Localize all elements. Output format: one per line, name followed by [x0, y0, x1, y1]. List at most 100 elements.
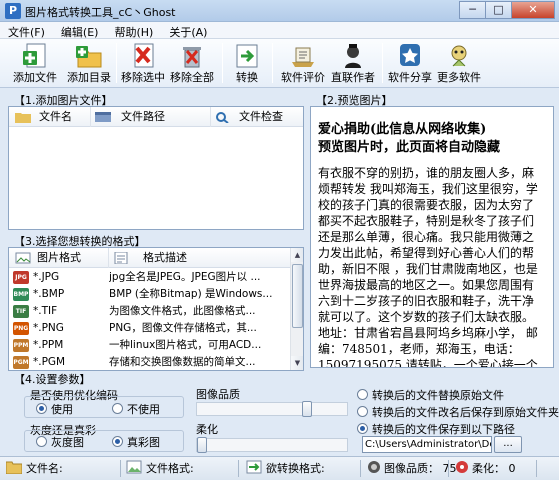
author-button[interactable]: 直联作者 — [328, 39, 378, 88]
col-file-path[interactable]: 文件路径 — [91, 107, 211, 127]
scroll-down-icon[interactable]: ▼ — [291, 356, 303, 370]
menu-help[interactable]: 帮助(H) — [106, 22, 161, 39]
optimize-use-label[interactable]: 使用 — [51, 401, 73, 417]
share-button[interactable]: 软件分享 — [386, 39, 434, 88]
col-file-check[interactable]: 文件检查 — [211, 107, 303, 127]
rate-label: 软件评价 — [281, 71, 325, 84]
convert-button[interactable]: 转换 — [228, 39, 266, 88]
out-replace-label[interactable]: 转换后的文件替换原始文件 — [372, 387, 504, 403]
format-extension: *.PPM — [33, 339, 64, 351]
format-row[interactable]: PNG *.PNG PNG，图像文件存储格式，其... — [9, 320, 289, 337]
add-dir-label: 添加目录 — [67, 71, 111, 84]
status-bar: 文件名: 文件格式: 欲转换格式: 图像品质： 75 柔化： 0 — [0, 456, 559, 480]
maximize-button[interactable]: □ — [485, 1, 511, 19]
app-icon: P — [5, 3, 21, 19]
format-list[interactable]: 图片格式 格式描述 JPG *.JPG jpg全名是JPEG。JPEG图片以 ...… — [8, 247, 304, 371]
color-label[interactable]: 真彩图 — [127, 434, 160, 450]
menu-file[interactable]: 文件(F) — [0, 22, 53, 39]
quality-label: 图像品质 — [196, 388, 240, 401]
format-description: 为图像文件格式，此图像格式... — [109, 305, 256, 317]
optimize-not-use-label[interactable]: 不使用 — [127, 401, 160, 417]
author-label: 直联作者 — [331, 71, 375, 84]
col-file-name[interactable]: 文件名 — [9, 107, 91, 127]
format-row[interactable]: PGM *.PGM 存储和交换图像数据的简单文... — [9, 354, 289, 370]
format-badge-icon: TIF — [13, 305, 29, 318]
toolbar-separator — [222, 43, 223, 83]
preview-headline: 爱心捐助(此信息从网络收集) 预览图片时，此页面将自动隐藏 — [318, 122, 501, 155]
remove-selected-button[interactable]: 移除选中 — [118, 39, 168, 88]
share-label: 软件分享 — [388, 71, 432, 84]
quality-icon — [368, 461, 380, 473]
convert-label: 转换 — [236, 71, 258, 84]
output-path-input[interactable]: C:\Users\Administrator\Desk — [362, 436, 492, 453]
color-radio[interactable] — [112, 436, 123, 447]
format-row[interactable]: PPM *.PPM 一种linux图片格式，可用ACD... — [9, 337, 289, 354]
add-file-icon — [23, 43, 46, 68]
section4-title: 【4.设置参数】 — [12, 371, 93, 387]
share-icon — [400, 44, 420, 66]
format-list-header: 图片格式 格式描述 — [9, 248, 290, 268]
out-path-label[interactable]: 转换后的文件保存到以下路径 — [372, 421, 515, 437]
format-description: jpg全名是JPEG。JPEG图片以 ... — [109, 271, 261, 283]
remove-all-label: 移除全部 — [170, 71, 214, 84]
out-path-radio[interactable] — [357, 423, 368, 434]
add-file-button[interactable]: 添加文件 — [6, 39, 64, 88]
status-separator — [448, 460, 449, 477]
close-icon: ✕ — [528, 3, 538, 16]
more-software-button[interactable]: 更多软件 — [434, 39, 484, 88]
format-extension: *.TIF — [33, 305, 58, 317]
soften-slider-thumb[interactable] — [197, 437, 207, 453]
toolbar-separator — [272, 43, 273, 83]
file-list-header: 文件名 文件路径 文件检查 — [9, 107, 303, 127]
convert-format-icon — [246, 460, 262, 474]
optimize-group — [24, 396, 184, 418]
optimize-not-use-radio[interactable] — [112, 403, 123, 414]
preview-content: 爱心捐助(此信息从网络收集) 预览图片时，此页面将自动隐藏 有衣服不穿的别扔，谁… — [318, 121, 542, 368]
menu-bar: 文件(F) 编辑(E) 帮助(H) 关于(A) — [0, 22, 559, 39]
title-bar: P 图片格式转换工具_cC丶Ghost ─ □ ✕ — [0, 0, 559, 22]
convert-arrow-icon — [236, 44, 258, 68]
scroll-up-icon[interactable]: ▲ — [291, 248, 303, 262]
format-badge-icon: PNG — [13, 322, 29, 335]
remove-all-button[interactable]: 移除全部 — [168, 39, 216, 88]
format-row[interactable]: JPG *.JPG jpg全名是JPEG。JPEG图片以 ... — [9, 269, 289, 286]
preview-panel: 爱心捐助(此信息从网络收集) 预览图片时，此页面将自动隐藏 有衣服不穿的别扔，谁… — [310, 106, 554, 368]
gray-radio[interactable] — [36, 436, 47, 447]
gray-color-group — [24, 430, 184, 452]
trash-icon — [183, 47, 201, 68]
format-row[interactable]: TIF *.TIF 为图像文件格式，此图像格式... — [9, 303, 289, 320]
format-row[interactable]: BMP *.BMP BMP (全称Bitmap) 是Windows... — [9, 286, 289, 303]
status-file-format: 文件格式: — [146, 462, 194, 475]
col-format[interactable]: 图片格式 — [9, 248, 109, 268]
preview-body: 有衣服不穿的别扔，谁的朋友圈人多，麻烦帮转发 我叫郑海玉，我们这里很穷，学校的孩… — [318, 166, 538, 368]
maximize-icon: □ — [493, 3, 504, 16]
close-button[interactable]: ✕ — [511, 1, 555, 19]
rate-button[interactable]: 软件评价 — [278, 39, 328, 88]
quality-slider[interactable] — [196, 401, 348, 417]
minimize-button[interactable]: ─ — [459, 1, 485, 19]
status-quality: 图像品质： 75 — [384, 462, 457, 475]
status-target-format: 欲转换格式: — [266, 462, 325, 475]
file-list[interactable]: 文件名 文件路径 文件检查 — [8, 106, 304, 230]
out-rename-radio[interactable] — [357, 406, 368, 417]
status-separator — [238, 460, 239, 477]
scroll-thumb[interactable] — [292, 264, 303, 328]
window-controls: ─ □ ✕ — [459, 1, 555, 19]
quality-slider-thumb[interactable] — [302, 401, 312, 417]
out-replace-radio[interactable] — [357, 389, 368, 400]
menu-about[interactable]: 关于(A) — [161, 22, 215, 39]
menu-edit[interactable]: 编辑(E) — [53, 22, 107, 39]
format-badge-icon: PPM — [13, 339, 29, 352]
soften-label: 柔化 — [196, 423, 218, 436]
out-rename-label[interactable]: 转换后的文件改名后保存到原始文件夹 — [372, 404, 559, 420]
format-description: BMP (全称Bitmap) 是Windows... — [109, 288, 273, 300]
optimize-use-radio[interactable] — [36, 403, 47, 414]
add-file-label: 添加文件 — [13, 71, 57, 84]
format-list-scrollbar[interactable]: ▲ ▼ — [290, 248, 303, 370]
browse-button[interactable]: ... — [494, 436, 522, 453]
col-description[interactable]: 格式描述 — [109, 248, 290, 268]
gray-label[interactable]: 灰度图 — [51, 434, 84, 450]
add-dir-button[interactable]: 添加目录 — [64, 39, 114, 88]
format-extension: *.PNG — [33, 322, 64, 334]
soften-slider[interactable] — [196, 437, 348, 453]
